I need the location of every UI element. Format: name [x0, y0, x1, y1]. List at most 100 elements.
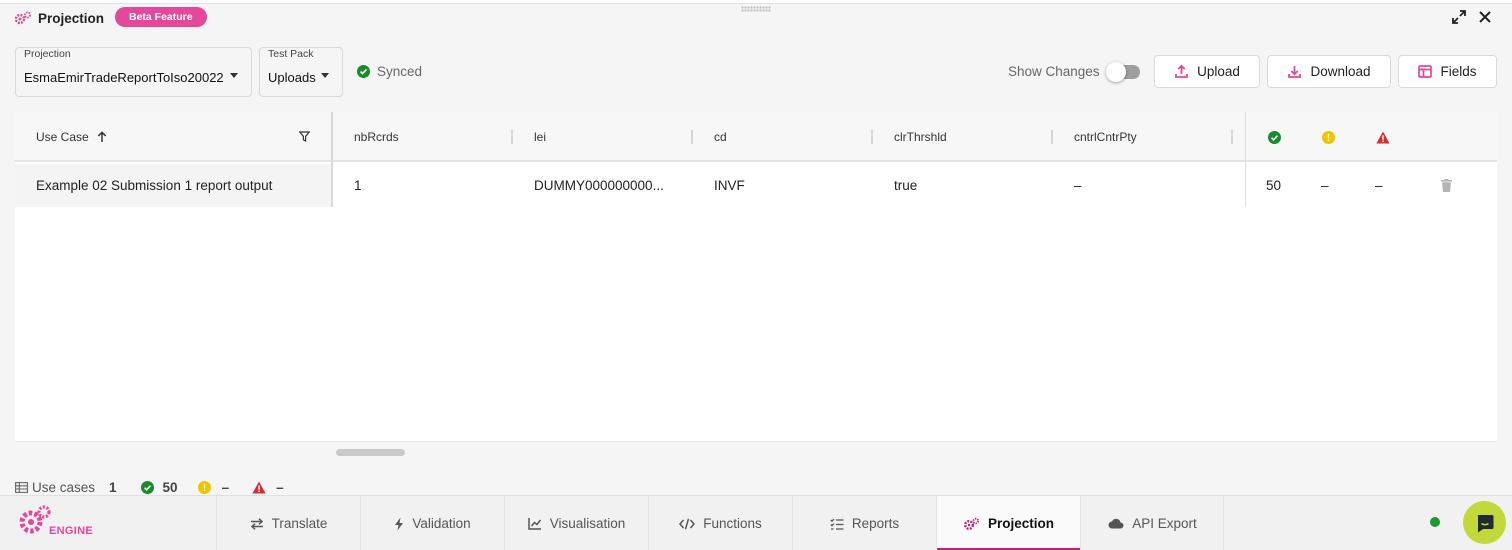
engine-logo-text: ENGINE	[49, 525, 93, 537]
chevron-down-icon	[321, 73, 329, 78]
tab-validation-label: Validation	[412, 516, 471, 531]
column-separator[interactable]	[871, 130, 873, 144]
cell-warning-count: –	[1321, 178, 1329, 193]
tab-visualisation[interactable]: Visualisation	[504, 496, 648, 550]
tab-divider	[1223, 496, 1224, 550]
tab-visualisation-label: Visualisation	[549, 516, 626, 531]
error-triangle-icon	[1376, 131, 1390, 144]
download-button-label: Download	[1310, 64, 1371, 79]
show-changes-label: Show Changes	[1008, 64, 1100, 79]
test-pack-select[interactable]: Test Pack Uploads	[259, 47, 343, 97]
tab-api-export[interactable]: API Export	[1080, 496, 1224, 550]
column-header-cntrlcntrpty[interactable]: cntrlCntrPty	[1074, 112, 1137, 162]
columns-icon	[1418, 65, 1433, 78]
cell-passed-count: 50	[1266, 178, 1282, 193]
tab-projection[interactable]: Projection	[936, 496, 1080, 550]
column-separator[interactable]	[691, 130, 693, 144]
table-icon	[15, 481, 28, 493]
panel-title: Projection	[38, 11, 105, 26]
projection-panel: Projection Beta Feature Projection EsmaE…	[0, 3, 1512, 495]
line-chart-icon	[527, 518, 541, 530]
cell-cd[interactable]: INVF	[714, 164, 745, 207]
fields-button-label: Fields	[1440, 64, 1477, 79]
table-row[interactable]: Example 02 Submission 1 report output 1 …	[15, 164, 1497, 207]
sort-ascending-icon[interactable]	[97, 131, 107, 143]
tab-translate-label: Translate	[271, 516, 328, 531]
toggle-knob	[1106, 62, 1126, 82]
column-header-label: Use Case	[36, 130, 89, 144]
pinned-right-divider	[1245, 112, 1246, 207]
grid-summary: Use cases 1 50 – –	[15, 478, 284, 496]
chat-icon	[1477, 514, 1493, 532]
warning-circle-icon	[1322, 131, 1335, 144]
passed-check-icon	[1268, 131, 1281, 144]
tab-validation[interactable]: Validation	[360, 496, 504, 550]
beta-badge: Beta Feature	[115, 7, 207, 27]
cell-lei[interactable]: DUMMY000000000...	[534, 164, 664, 207]
trash-icon[interactable]	[1441, 179, 1452, 192]
tab-reports-label: Reports	[851, 516, 900, 531]
test-pack-select-label: Test Pack	[268, 48, 314, 60]
column-header-lei[interactable]: lei	[534, 112, 546, 162]
projection-select-label: Projection	[24, 48, 71, 60]
column-separator[interactable]	[1231, 130, 1233, 144]
tab-translate[interactable]: Translate	[216, 496, 360, 550]
cell-nbrcrds[interactable]: 1	[354, 164, 362, 207]
engine-logo[interactable]	[14, 504, 104, 544]
cell-error-count: –	[1375, 178, 1383, 193]
tab-functions-label: Functions	[703, 516, 762, 531]
summary-error-count: –	[276, 479, 284, 495]
tab-reports[interactable]: Reports	[792, 496, 936, 550]
upload-button[interactable]: Upload	[1154, 55, 1260, 88]
bolt-icon	[395, 517, 404, 530]
column-separator[interactable]	[511, 130, 513, 144]
column-header-cd[interactable]: cd	[714, 112, 727, 162]
gears-icon	[963, 517, 980, 530]
connection-status-dot	[1430, 517, 1440, 527]
sync-status-text: Synced	[377, 64, 423, 79]
column-header-clrthrshld[interactable]: clrThrshld	[894, 112, 947, 162]
sync-status: Synced	[357, 64, 422, 79]
check-circle-icon	[357, 65, 370, 78]
upload-button-label: Upload	[1197, 64, 1240, 79]
tab-api-export-label: API Export	[1132, 516, 1197, 531]
download-icon	[1288, 66, 1302, 78]
horizontal-scrollbar[interactable]	[336, 449, 405, 456]
cell-use-case[interactable]: Example 02 Submission 1 report output	[36, 164, 272, 207]
projection-select-value: EsmaEmirTradeReportToIso20022	[24, 70, 224, 85]
gears-icon	[14, 11, 31, 25]
summary-use-case-count: 1	[109, 479, 117, 495]
download-button[interactable]: Download	[1267, 55, 1391, 88]
warning-circle-icon	[197, 480, 211, 494]
panel-titlebar: Projection Beta Feature	[0, 4, 1512, 32]
column-header-nbrcrds[interactable]: nbRcrds	[354, 112, 399, 162]
error-triangle-icon	[252, 481, 266, 493]
chat-launcher-button[interactable]	[1463, 501, 1506, 544]
checklist-icon	[830, 518, 844, 530]
filter-icon[interactable]	[299, 131, 310, 142]
grid-header: Use Case nbRcrds lei cd clrThrshld cntrl…	[15, 112, 1497, 162]
cell-cntrlcntrpty[interactable]: –	[1074, 164, 1082, 207]
close-icon[interactable]	[1477, 9, 1493, 25]
cell-clrthrshld[interactable]: true	[894, 164, 917, 207]
pinned-column-divider	[331, 112, 333, 207]
chevron-down-icon	[230, 73, 238, 78]
fields-button[interactable]: Fields	[1398, 55, 1497, 88]
tab-functions[interactable]: Functions	[648, 496, 792, 550]
column-header-use-case[interactable]: Use Case	[36, 112, 89, 162]
use-case-grid: Use Case nbRcrds lei cd clrThrshld cntrl…	[15, 112, 1497, 456]
tab-projection-label: Projection	[987, 516, 1054, 531]
resize-grip[interactable]	[741, 6, 771, 12]
projection-select[interactable]: Projection EsmaEmirTradeReportToIso20022	[15, 47, 252, 97]
passed-check-icon	[140, 480, 154, 494]
upload-icon	[1175, 64, 1189, 78]
swap-arrows-icon	[250, 517, 263, 530]
summary-passed-count: 50	[162, 479, 178, 495]
summary-warning-count: –	[221, 479, 230, 495]
expand-icon[interactable]	[1451, 9, 1467, 25]
code-icon	[679, 518, 696, 529]
test-pack-select-value: Uploads	[268, 70, 316, 85]
show-changes-toggle[interactable]	[1106, 62, 1140, 82]
column-separator[interactable]	[1051, 130, 1053, 144]
bottom-nav: ENGINE Translate Validation Visualisatio…	[0, 495, 1512, 550]
